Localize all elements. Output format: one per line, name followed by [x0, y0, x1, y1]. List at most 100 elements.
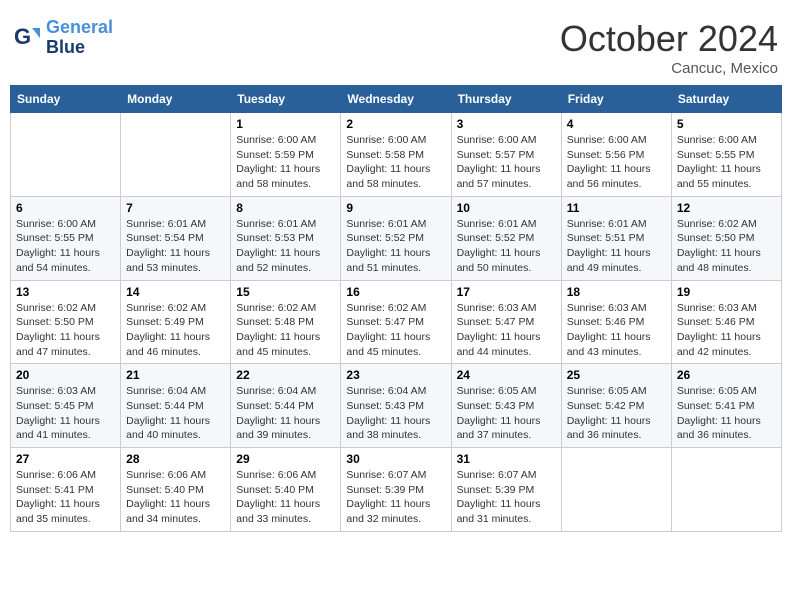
- day-info: Sunrise: 6:02 AM Sunset: 5:49 PM Dayligh…: [126, 301, 225, 360]
- calendar-cell: 30 Sunrise: 6:07 AM Sunset: 5:39 PM Dayli…: [341, 448, 451, 532]
- day-number: 10: [457, 201, 556, 215]
- day-info: Sunrise: 6:00 AM Sunset: 5:59 PM Dayligh…: [236, 133, 335, 192]
- week-row-4: 20Sunrise: 6:03 AM Sunset: 5:45 PM Dayli…: [11, 364, 782, 448]
- calendar-cell: 13 Sunrise: 6:02 AM Sunset: 5:50 PM Dayli…: [11, 280, 121, 364]
- day-info: Sunrise: 6:00 AM Sunset: 5:58 PM Dayligh…: [346, 133, 445, 192]
- month-title: October 2024: [560, 18, 778, 60]
- weekday-header-sunday: Sunday: [11, 86, 121, 113]
- day-info: Sunrise: 6:00 AM Sunset: 5:55 PM Dayligh…: [16, 217, 115, 276]
- day-info: Sunrise: 6:06 AM Sunset: 5:40 PM Dayligh…: [236, 468, 335, 527]
- day-number: 11: [567, 201, 666, 215]
- calendar-cell: 25Sunrise: 6:05 AM Sunset: 5:42 PM Dayli…: [561, 364, 671, 448]
- day-info: Sunrise: 6:00 AM Sunset: 5:55 PM Dayligh…: [677, 133, 776, 192]
- day-info: Sunrise: 6:00 AM Sunset: 5:57 PM Dayligh…: [457, 133, 556, 192]
- calendar-cell: 31Sunrise: 6:07 AM Sunset: 5:39 PM Dayli…: [451, 448, 561, 532]
- week-row-5: 27 Sunrise: 6:06 AM Sunset: 5:41 PM Dayli…: [11, 448, 782, 532]
- day-number: 5: [677, 117, 776, 131]
- calendar-cell: 21 Sunrise: 6:04 AM Sunset: 5:44 PM Dayli…: [121, 364, 231, 448]
- day-number: 29: [236, 452, 335, 466]
- logo-icon: G: [14, 24, 42, 52]
- calendar-cell: 1Sunrise: 6:00 AM Sunset: 5:59 PM Daylig…: [231, 113, 341, 197]
- calendar-cell: 4 Sunrise: 6:00 AM Sunset: 5:56 PM Daylig…: [561, 113, 671, 197]
- day-info: Sunrise: 6:04 AM Sunset: 5:44 PM Dayligh…: [126, 384, 225, 443]
- day-number: 3: [457, 117, 556, 131]
- calendar-cell: 22Sunrise: 6:04 AM Sunset: 5:44 PM Dayli…: [231, 364, 341, 448]
- logo-text: GeneralBlue: [46, 18, 113, 58]
- weekday-header-monday: Monday: [121, 86, 231, 113]
- calendar-cell: 16 Sunrise: 6:02 AM Sunset: 5:47 PM Dayli…: [341, 280, 451, 364]
- day-info: Sunrise: 6:05 AM Sunset: 5:41 PM Dayligh…: [677, 384, 776, 443]
- weekday-header-row: SundayMondayTuesdayWednesdayThursdayFrid…: [11, 86, 782, 113]
- logo: G GeneralBlue: [14, 18, 113, 58]
- day-info: Sunrise: 6:04 AM Sunset: 5:44 PM Dayligh…: [236, 384, 335, 443]
- calendar-cell: 27 Sunrise: 6:06 AM Sunset: 5:41 PM Dayli…: [11, 448, 121, 532]
- day-info: Sunrise: 6:03 AM Sunset: 5:47 PM Dayligh…: [457, 301, 556, 360]
- calendar-cell: 19Sunrise: 6:03 AM Sunset: 5:46 PM Dayli…: [671, 280, 781, 364]
- day-number: 30: [346, 452, 445, 466]
- day-number: 24: [457, 368, 556, 382]
- day-info: Sunrise: 6:01 AM Sunset: 5:54 PM Dayligh…: [126, 217, 225, 276]
- day-number: 12: [677, 201, 776, 215]
- day-info: Sunrise: 6:01 AM Sunset: 5:51 PM Dayligh…: [567, 217, 666, 276]
- weekday-header-wednesday: Wednesday: [341, 86, 451, 113]
- day-info: Sunrise: 6:04 AM Sunset: 5:43 PM Dayligh…: [346, 384, 445, 443]
- calendar-cell: 28 Sunrise: 6:06 AM Sunset: 5:40 PM Dayli…: [121, 448, 231, 532]
- calendar-cell: 7 Sunrise: 6:01 AM Sunset: 5:54 PM Daylig…: [121, 196, 231, 280]
- day-number: 19: [677, 285, 776, 299]
- svg-text:G: G: [14, 24, 31, 49]
- day-number: 13: [16, 285, 115, 299]
- week-row-1: 1Sunrise: 6:00 AM Sunset: 5:59 PM Daylig…: [11, 113, 782, 197]
- calendar-cell: 11 Sunrise: 6:01 AM Sunset: 5:51 PM Dayli…: [561, 196, 671, 280]
- day-info: Sunrise: 6:01 AM Sunset: 5:53 PM Dayligh…: [236, 217, 335, 276]
- calendar-cell: 8 Sunrise: 6:01 AM Sunset: 5:53 PM Daylig…: [231, 196, 341, 280]
- day-number: 6: [16, 201, 115, 215]
- day-number: 21: [126, 368, 225, 382]
- weekday-header-friday: Friday: [561, 86, 671, 113]
- calendar-cell: 14 Sunrise: 6:02 AM Sunset: 5:49 PM Dayli…: [121, 280, 231, 364]
- day-info: Sunrise: 6:05 AM Sunset: 5:43 PM Dayligh…: [457, 384, 556, 443]
- calendar-cell: 24 Sunrise: 6:05 AM Sunset: 5:43 PM Dayli…: [451, 364, 561, 448]
- day-number: 4: [567, 117, 666, 131]
- day-info: Sunrise: 6:03 AM Sunset: 5:45 PM Dayligh…: [16, 384, 115, 443]
- calendar-cell: [561, 448, 671, 532]
- calendar-cell: 23Sunrise: 6:04 AM Sunset: 5:43 PM Dayli…: [341, 364, 451, 448]
- day-info: Sunrise: 6:03 AM Sunset: 5:46 PM Dayligh…: [567, 301, 666, 360]
- location: Cancuc, Mexico: [560, 60, 778, 77]
- day-number: 27: [16, 452, 115, 466]
- day-number: 15: [236, 285, 335, 299]
- day-info: Sunrise: 6:07 AM Sunset: 5:39 PM Dayligh…: [346, 468, 445, 527]
- day-number: 17: [457, 285, 556, 299]
- day-info: Sunrise: 6:00 AM Sunset: 5:56 PM Dayligh…: [567, 133, 666, 192]
- calendar-cell: 6 Sunrise: 6:00 AM Sunset: 5:55 PM Daylig…: [11, 196, 121, 280]
- calendar-cell: 12 Sunrise: 6:02 AM Sunset: 5:50 PM Dayli…: [671, 196, 781, 280]
- day-info: Sunrise: 6:02 AM Sunset: 5:47 PM Dayligh…: [346, 301, 445, 360]
- day-number: 14: [126, 285, 225, 299]
- day-info: Sunrise: 6:02 AM Sunset: 5:50 PM Dayligh…: [16, 301, 115, 360]
- calendar-cell: [121, 113, 231, 197]
- calendar-cell: [671, 448, 781, 532]
- day-number: 7: [126, 201, 225, 215]
- calendar-cell: 26Sunrise: 6:05 AM Sunset: 5:41 PM Dayli…: [671, 364, 781, 448]
- day-number: 2: [346, 117, 445, 131]
- calendar-cell: [11, 113, 121, 197]
- week-row-2: 6 Sunrise: 6:00 AM Sunset: 5:55 PM Daylig…: [11, 196, 782, 280]
- week-row-3: 13 Sunrise: 6:02 AM Sunset: 5:50 PM Dayli…: [11, 280, 782, 364]
- calendar-cell: 18Sunrise: 6:03 AM Sunset: 5:46 PM Dayli…: [561, 280, 671, 364]
- day-number: 8: [236, 201, 335, 215]
- calendar-cell: 3 Sunrise: 6:00 AM Sunset: 5:57 PM Daylig…: [451, 113, 561, 197]
- day-info: Sunrise: 6:06 AM Sunset: 5:41 PM Dayligh…: [16, 468, 115, 527]
- day-info: Sunrise: 6:02 AM Sunset: 5:50 PM Dayligh…: [677, 217, 776, 276]
- calendar-cell: 2 Sunrise: 6:00 AM Sunset: 5:58 PM Daylig…: [341, 113, 451, 197]
- day-info: Sunrise: 6:05 AM Sunset: 5:42 PM Dayligh…: [567, 384, 666, 443]
- day-info: Sunrise: 6:02 AM Sunset: 5:48 PM Dayligh…: [236, 301, 335, 360]
- calendar-cell: 9Sunrise: 6:01 AM Sunset: 5:52 PM Daylig…: [341, 196, 451, 280]
- day-info: Sunrise: 6:07 AM Sunset: 5:39 PM Dayligh…: [457, 468, 556, 527]
- day-number: 16: [346, 285, 445, 299]
- calendar-cell: 5 Sunrise: 6:00 AM Sunset: 5:55 PM Daylig…: [671, 113, 781, 197]
- day-number: 28: [126, 452, 225, 466]
- day-info: Sunrise: 6:01 AM Sunset: 5:52 PM Dayligh…: [457, 217, 556, 276]
- title-area: October 2024 Cancuc, Mexico: [560, 18, 778, 77]
- day-info: Sunrise: 6:01 AM Sunset: 5:52 PM Dayligh…: [346, 217, 445, 276]
- calendar-cell: 17 Sunrise: 6:03 AM Sunset: 5:47 PM Dayli…: [451, 280, 561, 364]
- day-info: Sunrise: 6:06 AM Sunset: 5:40 PM Dayligh…: [126, 468, 225, 527]
